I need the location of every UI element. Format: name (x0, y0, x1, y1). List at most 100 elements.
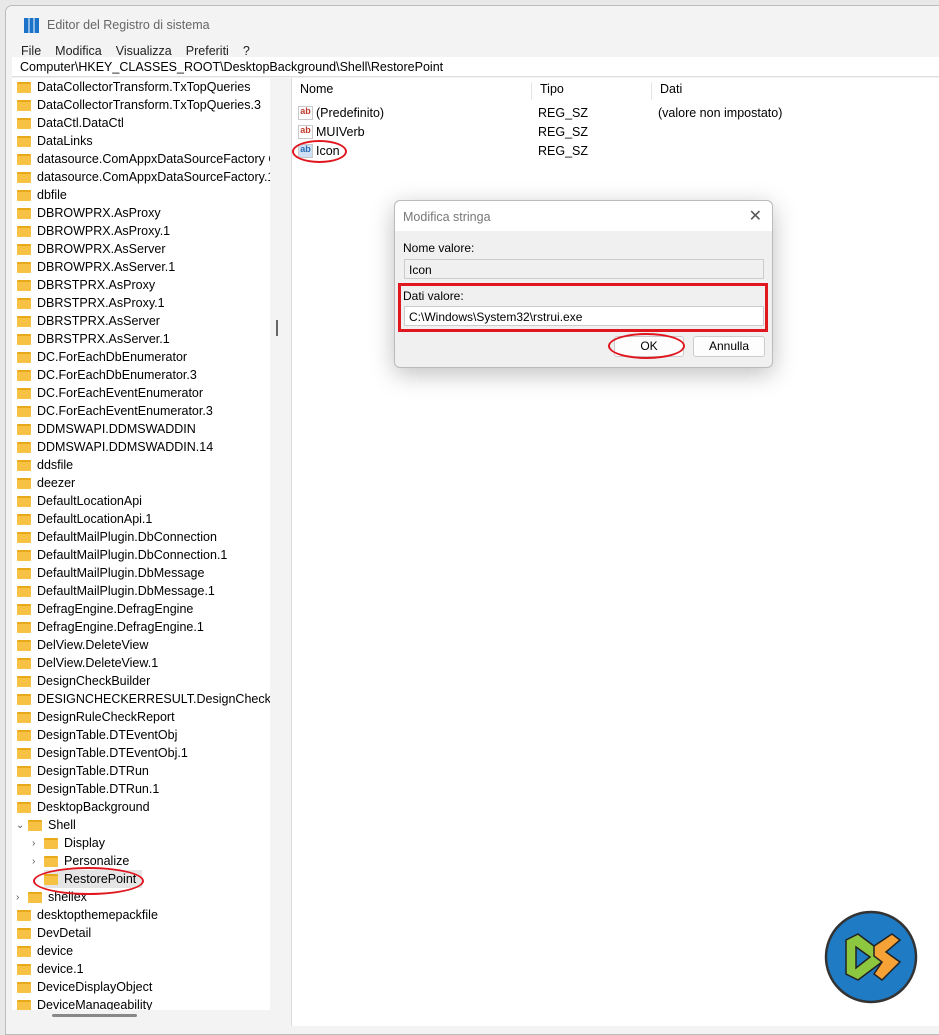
highlight-ok (608, 333, 685, 359)
tree-item[interactable]: ddsfile (17, 456, 73, 474)
tree-item-label: DevDetail (37, 926, 92, 940)
tree-item[interactable]: DC.ForEachEventEnumerator (17, 384, 203, 402)
horizontal-scrollbar[interactable] (52, 1014, 137, 1017)
column-header-tipo[interactable]: Tipo (532, 82, 652, 100)
menu-help[interactable]: ? (243, 44, 250, 58)
tree-item[interactable]: DBROWPRX.AsServer (17, 240, 166, 258)
tree-item-label: DefaultMailPlugin.DbConnection.1 (37, 548, 228, 562)
menu-modifica[interactable]: Modifica (55, 44, 102, 58)
tree-item[interactable]: DesignTable.DTEventObj.1 (17, 744, 188, 762)
chevron-right-icon[interactable]: › (32, 838, 35, 849)
pane-splitter[interactable] (276, 320, 278, 336)
value-data-input[interactable]: C:\Windows\System32\rstrui.exe (404, 306, 764, 326)
value-row[interactable]: ab Icon REG_SZ (298, 141, 898, 160)
tree-item[interactable]: DeviceDisplayObject (17, 978, 152, 996)
tree-item[interactable]: DesignTable.DTRun.1 (17, 780, 159, 798)
tree-item[interactable]: device.1 (17, 960, 84, 978)
tree-item[interactable]: DataCollectorTransform.TxTopQueries.3 (17, 96, 261, 114)
tree-item-label: DesignRuleCheckReport (37, 710, 175, 724)
tree-item[interactable]: DBROWPRX.AsProxy.1 (17, 222, 170, 240)
tree-item-label: DesignCheckBuilder (37, 674, 151, 688)
tree-item[interactable]: DataCtl.DataCtl (17, 114, 124, 132)
menu-file[interactable]: File (21, 44, 41, 58)
tree-item[interactable]: DESIGNCHECKERRESULT.DesignCheckerResu (17, 690, 270, 708)
folder-icon (28, 819, 42, 831)
tree-item[interactable]: DelView.DeleteView (17, 636, 148, 654)
tree-item[interactable]: DBRSTPRX.AsServer.1 (17, 330, 170, 348)
address-bar[interactable]: Computer\HKEY_CLASSES_ROOT\DesktopBackgr… (12, 57, 939, 77)
tree-item[interactable]: DefaultMailPlugin.DbConnection.1 (17, 546, 227, 564)
tree-item[interactable]: DC.ForEachDbEnumerator.3 (17, 366, 197, 384)
tree-item[interactable]: datasource.ComAppxDataSourceFactory.1 (17, 168, 270, 186)
tree-item[interactable]: DataCollectorTransform.TxTopQueries (17, 78, 251, 96)
tree-item[interactable]: DBRSTPRX.AsProxy.1 (17, 294, 165, 312)
value-row[interactable]: ab (Predefinito) REG_SZ (valore non impo… (298, 103, 898, 122)
tree-item[interactable]: › Display (32, 834, 105, 852)
tree-item[interactable]: DeviceManageability (17, 996, 152, 1010)
folder-icon (17, 387, 31, 399)
tree-item[interactable]: DBRSTPRX.AsProxy (17, 276, 155, 294)
close-icon[interactable]: ✕ (749, 206, 762, 226)
tree-item[interactable]: device (17, 942, 73, 960)
value-name-label: Nome valore: (403, 241, 475, 255)
tree-item[interactable]: DesignTable.DTEventObj (17, 726, 177, 744)
cancel-button[interactable]: Annulla (693, 336, 765, 357)
tree-item[interactable]: DesignCheckBuilder (17, 672, 150, 690)
folder-icon (17, 567, 31, 579)
tree-item[interactable]: DefaultLocationApi.1 (17, 510, 152, 528)
chevron-down-icon[interactable]: ⌄ (16, 820, 24, 831)
string-value-icon: ab (298, 105, 313, 120)
tree-item[interactable]: DDMSWAPI.DDMSWADDIN (17, 420, 196, 438)
folder-icon (17, 405, 31, 417)
tree-item[interactable]: DesignTable.DTRun (17, 762, 149, 780)
column-header-dati[interactable]: Dati (652, 82, 939, 100)
tree-item[interactable]: deezer (17, 474, 75, 492)
menu-visualizza[interactable]: Visualizza (116, 44, 172, 58)
value-row[interactable]: ab MUIVerb REG_SZ (298, 122, 898, 141)
tree-item[interactable]: datasource.ComAppxDataSourceFactory Cla (17, 150, 270, 168)
tree-item[interactable]: DefragEngine.DefragEngine (17, 600, 193, 618)
highlight-restorepoint (33, 867, 144, 895)
tree-item[interactable]: DefaultMailPlugin.DbMessage.1 (17, 582, 215, 600)
tree-item[interactable]: DefragEngine.DefragEngine.1 (17, 618, 204, 636)
folder-icon (17, 153, 31, 165)
tree-item[interactable]: DBRSTPRX.AsServer (17, 312, 160, 330)
tree-item[interactable]: ⌄ Shell (16, 816, 76, 834)
folder-icon (17, 315, 31, 327)
tree-item[interactable]: DC.ForEachEventEnumerator.3 (17, 402, 213, 420)
chevron-right-icon[interactable]: › (16, 892, 19, 903)
folder-icon (44, 837, 58, 849)
column-header-nome[interactable]: Nome (292, 82, 532, 100)
folder-icon (17, 981, 31, 993)
value-type: REG_SZ (538, 105, 589, 120)
tree-item-label: Shell (48, 818, 76, 832)
tree-item[interactable]: DBROWPRX.AsServer.1 (17, 258, 175, 276)
tree-item[interactable]: DefaultMailPlugin.DbMessage (17, 564, 204, 582)
tree-item[interactable]: DBROWPRX.AsProxy (17, 204, 161, 222)
chevron-right-icon[interactable]: › (32, 856, 35, 867)
tree-item[interactable]: DelView.DeleteView.1 (17, 654, 158, 672)
tree-item-label: DefragEngine.DefragEngine.1 (37, 620, 204, 634)
tree-item[interactable]: desktopthemepackfile (17, 906, 158, 924)
tree-item[interactable]: DevDetail (17, 924, 91, 942)
folder-icon (17, 639, 31, 651)
tree-item[interactable]: DesignRuleCheckReport (17, 708, 175, 726)
tree-item-label: datasource.ComAppxDataSourceFactory.1 (37, 170, 270, 184)
folder-icon (17, 369, 31, 381)
tree-item-label: DBROWPRX.AsServer.1 (37, 260, 176, 274)
tree-item[interactable]: DefaultLocationApi (17, 492, 142, 510)
tree-item[interactable]: DesktopBackground (17, 798, 150, 816)
folder-icon (17, 549, 31, 561)
tree-item-label: DataLinks (37, 134, 93, 148)
tree-item-label: dbfile (37, 188, 67, 202)
menu-preferiti[interactable]: Preferiti (186, 44, 229, 58)
tree-item-label: DesignTable.DTRun.1 (37, 782, 160, 796)
tree-item[interactable]: DDMSWAPI.DDMSWADDIN.14 (17, 438, 213, 456)
value-type: REG_SZ (538, 143, 589, 158)
tree-item[interactable]: DefaultMailPlugin.DbConnection (17, 528, 217, 546)
tree-item[interactable]: DC.ForEachDbEnumerator (17, 348, 187, 366)
tree-item[interactable]: DataLinks (17, 132, 93, 150)
tree-item-label: datasource.ComAppxDataSourceFactory Cla (37, 152, 270, 166)
tree-item[interactable]: dbfile (17, 186, 67, 204)
folder-icon (17, 765, 31, 777)
